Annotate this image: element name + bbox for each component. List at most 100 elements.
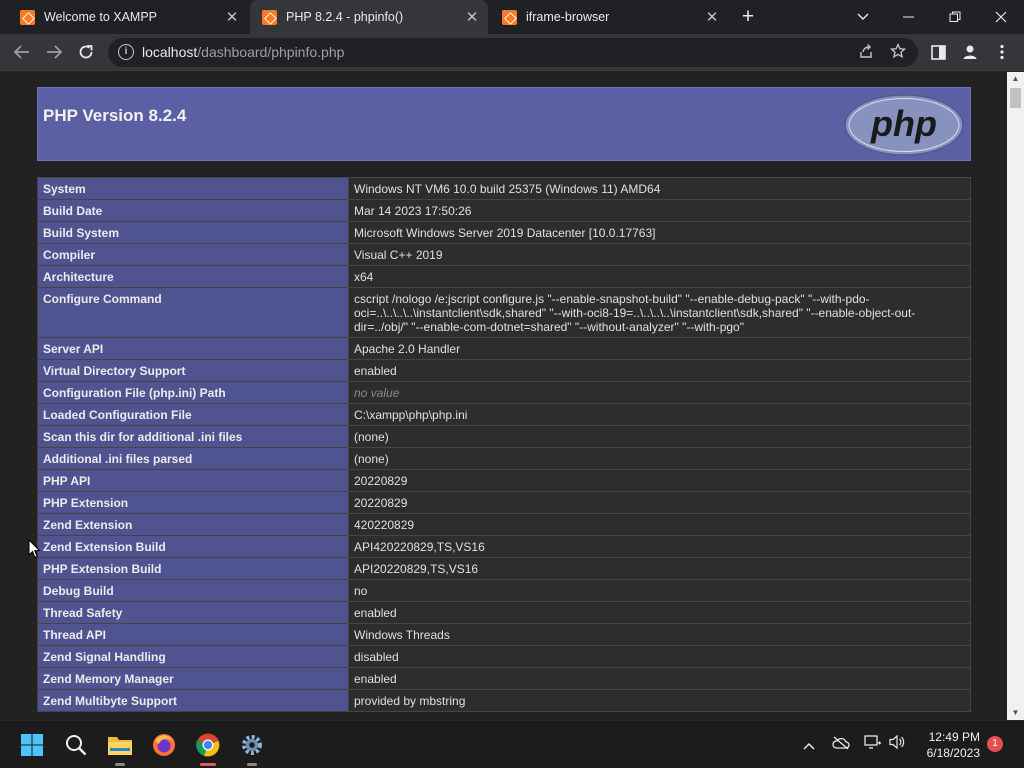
table-row: Scan this dir for additional .ini files(… <box>37 425 971 448</box>
php-logo-text: php <box>870 103 937 144</box>
table-row: PHP Extension 20220829 <box>37 491 971 514</box>
more-vert-icon <box>1000 44 1004 60</box>
row-label: Zend Multibyte Support <box>37 689 349 712</box>
table-row: Debug Build no <box>37 579 971 602</box>
gear-icon <box>242 735 262 755</box>
network-tray-button[interactable] <box>862 734 884 756</box>
row-value: Apache 2.0 Handler <box>348 337 971 360</box>
page-title: PHP Version 8.2.4 <box>43 106 187 125</box>
row-label: PHP Extension Build <box>37 557 349 580</box>
row-value: API20220829,TS,VS16 <box>348 557 971 580</box>
table-row: System Windows NT VM6 10.0 build 25375 (W… <box>37 177 971 200</box>
table-row: Build Date Mar 14 2023 17:50:26 <box>37 199 971 222</box>
row-value: (none) <box>348 447 971 470</box>
row-label: Compiler <box>37 243 349 266</box>
tab-welcome-xampp[interactable]: Welcome to XAMPP ✕ <box>8 0 248 34</box>
php-version-header: PHP Version 8.2.4 php <box>37 87 971 161</box>
browser-menu-button[interactable] <box>990 40 1014 64</box>
row-value: API420220829,TS,VS16 <box>348 535 971 558</box>
side-panel-icon <box>930 44 946 60</box>
cloud-off-icon <box>832 736 850 750</box>
taskbar-firefox[interactable] <box>148 729 180 761</box>
profile-avatar[interactable] <box>958 40 982 64</box>
table-row: Build System Microsoft Windows Server 201… <box>37 221 971 244</box>
volume-tray-button[interactable] <box>886 734 908 756</box>
chevron-up-icon <box>803 742 815 750</box>
scroll-down-arrow[interactable]: ▼ <box>1007 706 1024 720</box>
clock-date: 6/18/2023 <box>926 746 980 760</box>
tab-phpinfo[interactable]: PHP 8.2.4 - phpinfo() ✕ <box>250 0 488 34</box>
site-info-icon[interactable]: i <box>118 44 134 60</box>
page-scrollbar[interactable]: ▲ ▼ <box>1007 72 1024 720</box>
share-icon <box>860 44 872 58</box>
row-label: Architecture <box>37 265 349 288</box>
taskbar-file-explorer[interactable] <box>104 729 136 766</box>
row-label: PHP Extension <box>37 491 349 514</box>
restore-icon <box>949 11 961 22</box>
start-button[interactable] <box>16 729 48 761</box>
row-value: (none) <box>348 425 971 448</box>
scroll-up-arrow[interactable]: ▲ <box>1007 72 1024 86</box>
close-tab-icon[interactable]: ✕ <box>462 7 482 27</box>
reload-icon <box>79 45 93 59</box>
url-path: /dashboard/phpinfo.php <box>197 44 345 60</box>
address-bar[interactable]: i localhost/dashboard/phpinfo.php <box>108 38 918 67</box>
taskbar-chrome[interactable] <box>192 729 224 766</box>
windows-taskbar: 12:49 PM 6/18/2023 1 <box>0 720 1024 768</box>
search-button[interactable] <box>60 729 92 761</box>
tab-iframe-browser[interactable]: iframe-browser ✕ <box>490 0 728 34</box>
address-url[interactable]: localhost/dashboard/phpinfo.php <box>142 44 344 60</box>
table-row: Zend Extension Build API420220829,TS,VS16 <box>37 535 971 558</box>
row-label: Virtual Directory Support <box>37 359 349 382</box>
arrow-right-icon <box>47 45 62 59</box>
active-indicator <box>200 763 216 766</box>
onedrive-tray-button[interactable] <box>830 734 852 756</box>
browser-toolbar: i localhost/dashboard/phpinfo.php <box>0 34 1024 71</box>
table-row: Zend Signal Handling disabled <box>37 645 971 668</box>
tab-strip: Welcome to XAMPP ✕ PHP 8.2.4 - phpinfo()… <box>0 0 1024 34</box>
reload-button[interactable] <box>74 40 98 64</box>
minimize-button[interactable] <box>886 0 932 34</box>
arrow-left-icon <box>14 45 29 59</box>
new-tab-button[interactable]: + <box>737 6 759 28</box>
row-label: Build System <box>37 221 349 244</box>
row-label: Debug Build <box>37 579 349 602</box>
close-tab-icon[interactable]: ✕ <box>222 7 242 27</box>
table-row: PHP API 20220829 <box>37 469 971 492</box>
show-hidden-icons-button[interactable] <box>798 734 820 756</box>
share-button[interactable] <box>856 43 876 63</box>
close-window-button[interactable] <box>978 0 1024 34</box>
row-label: Scan this dir for additional .ini files <box>37 425 349 448</box>
row-label: Zend Memory Manager <box>37 667 349 690</box>
table-row: Zend Multibyte Support provided by mbstri… <box>37 689 971 712</box>
table-row: Virtual Directory Support enabled <box>37 359 971 382</box>
table-row: Configuration File (php.ini) Path no valu… <box>37 381 971 404</box>
table-row: Thread Safety enabled <box>37 601 971 624</box>
taskbar-settings[interactable] <box>236 729 268 766</box>
row-value: Mar 14 2023 17:50:26 <box>348 199 971 222</box>
scrollbar-thumb[interactable] <box>1010 88 1021 108</box>
row-label: Thread Safety <box>37 601 349 624</box>
back-button[interactable] <box>10 40 34 64</box>
forward-button[interactable] <box>42 40 66 64</box>
row-value: Windows NT VM6 10.0 build 25375 (Windows… <box>348 177 971 200</box>
firefox-icon <box>153 734 175 756</box>
close-icon <box>995 11 1007 23</box>
row-value: enabled <box>348 601 971 624</box>
bookmark-star-button[interactable] <box>888 42 908 63</box>
running-indicator <box>247 763 257 766</box>
php-logo-icon[interactable]: php <box>844 94 964 156</box>
speaker-icon <box>889 734 905 750</box>
table-row: Loaded Configuration File C:\xampp\php\ph… <box>37 403 971 426</box>
table-row: Compiler Visual C++ 2019 <box>37 243 971 266</box>
close-tab-icon[interactable]: ✕ <box>702 7 722 27</box>
taskbar-clock[interactable]: 12:49 PM 6/18/2023 <box>910 729 980 761</box>
clock-time: 12:49 PM <box>928 730 980 744</box>
row-label: Loaded Configuration File <box>37 403 349 426</box>
row-value: 20220829 <box>348 469 971 492</box>
side-panel-button[interactable] <box>926 40 950 64</box>
table-row: Configure Command cscript /nologo /e:jscr… <box>37 287 971 338</box>
notification-badge[interactable]: 1 <box>987 736 1003 752</box>
restore-button[interactable] <box>932 0 978 34</box>
tab-search-button[interactable] <box>840 0 886 34</box>
